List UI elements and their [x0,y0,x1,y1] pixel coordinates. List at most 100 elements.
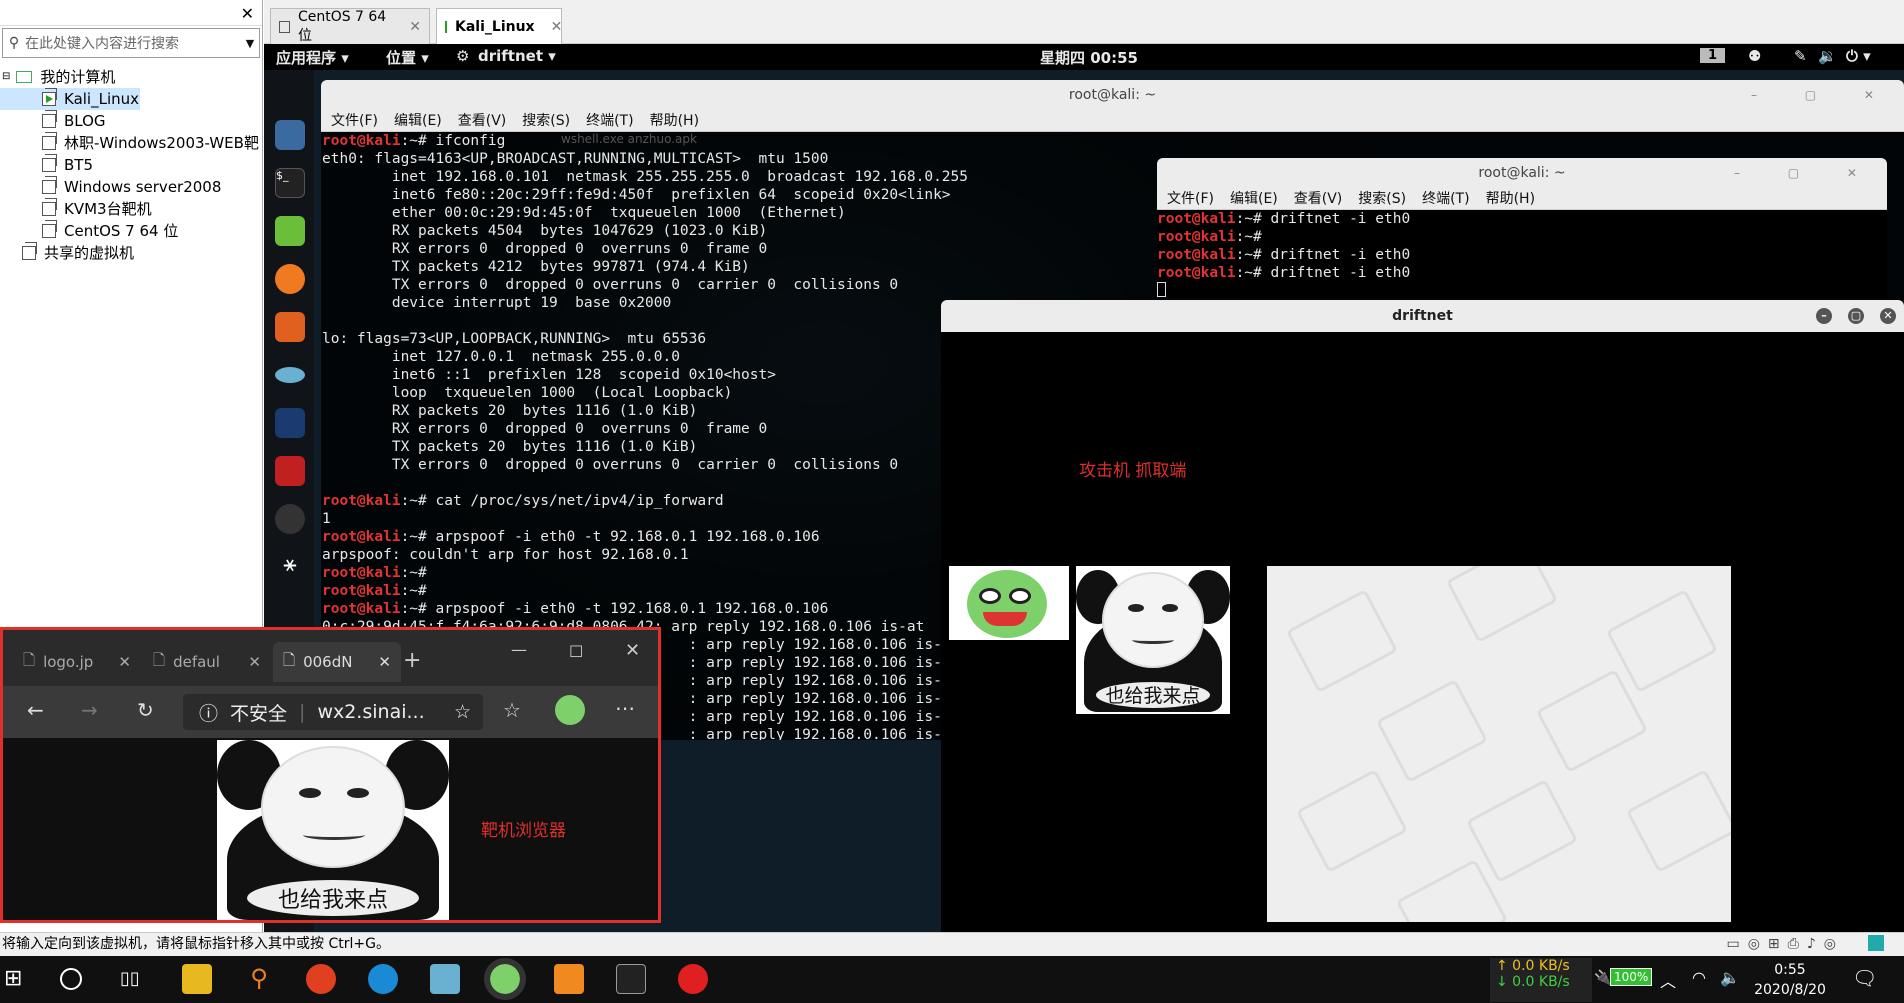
menu-terminal[interactable]: 终端(T) [1422,191,1469,207]
menu-search[interactable]: 搜索(S) [1358,191,1406,207]
tree-vm-win2003[interactable]: 林职-Windows2003-WEB靶 [0,132,262,154]
battery-indicator[interactable]: 100% [1610,968,1653,986]
maximize-icon[interactable]: ▢ [1848,308,1864,324]
window-controls[interactable]: – ▢ ✕ [1751,80,1896,110]
tab-kali[interactable]: Kali_Linux ✕ [436,8,562,44]
wifi-icon[interactable]: ◠ [1692,968,1706,987]
close-tab-icon[interactable]: ✕ [118,653,131,671]
notes-icon[interactable] [275,216,305,246]
menu-help[interactable]: 帮助(H) [650,113,699,129]
cherrytree-icon[interactable] [275,456,305,486]
tree-vm-bt5[interactable]: BT5 [0,154,262,176]
menu-file[interactable]: 文件(F) [1167,191,1214,207]
minimize-icon[interactable]: — [511,640,527,659]
collapse-icon[interactable]: ⊟ [2,66,10,88]
notifications-icon[interactable]: 🗨 [1852,966,1877,990]
tree-vm-centos[interactable]: CentOS 7 64 位 [0,220,262,242]
menu-help[interactable]: 帮助(H) [1486,191,1535,207]
file-explorer-icon[interactable] [182,964,212,994]
plug-icon[interactable]: 🔌 [1594,970,1611,986]
refresh-icon[interactable]: ↻ [137,698,154,722]
stretch-icon[interactable] [1868,935,1884,951]
page-image-panda: 也给我来点 [217,740,449,920]
profile-avatar[interactable] [555,695,585,725]
library-search[interactable]: ⚲ 在此处键入内容进行搜索 ▼ [2,28,260,58]
netease-music-icon[interactable] [678,964,708,994]
tree-vm-blog[interactable]: BLOG [0,110,262,132]
volume-icon[interactable]: 🔉 [1818,47,1837,65]
close-tab-icon[interactable]: ✕ [551,19,563,35]
browser-tab-2[interactable]: 🗋 defaul ✕ [143,642,271,682]
tree-my-computer[interactable]: ⊟ 我的计算机 [0,66,262,88]
files-icon[interactable] [275,120,305,150]
menu-terminal[interactable]: 终端(T) [586,113,633,129]
menu-search[interactable]: 搜索(S) [522,113,570,129]
workspace-indicator[interactable]: 1 [1700,48,1726,63]
pen-icon[interactable]: ✎ [1794,47,1807,65]
favorites-icon[interactable]: ☆ [503,698,521,722]
close-icon[interactable]: ✕ [1880,308,1896,324]
favorite-star-icon[interactable]: ☆ [454,701,471,723]
power-icon[interactable]: ⏻ ▾ [1846,47,1871,65]
users-icon[interactable]: ⚉ [1748,47,1761,65]
maximize-icon[interactable]: ☐ [569,642,583,661]
cmd-icon[interactable] [616,964,646,994]
address-bar[interactable]: ⓘ 不安全 | wx2.sinai... ☆ [183,694,483,730]
speaker-icon[interactable]: 🔈 [1720,968,1740,987]
clock[interactable]: 0:55 2020/8/20 [1748,960,1832,1000]
close-tab-icon[interactable]: ✕ [409,19,421,35]
burpsuite-icon[interactable] [275,312,305,342]
menu-file[interactable]: 文件(F) [331,113,378,129]
task-view-icon[interactable]: ▯▯ [120,968,140,989]
firefox-icon[interactable] [275,264,305,294]
clock[interactable]: 星期四 00:55 [1040,47,1138,68]
tree-vm-kali[interactable]: Kali_Linux [0,88,140,110]
close-tab-icon[interactable]: ✕ [378,653,391,671]
search-dropdown-icon[interactable]: ▼ [241,37,259,50]
current-app-menu[interactable]: driftnet ▾ [478,47,556,65]
terminal-second-output[interactable]: root@kali:~# driftnet -i eth0 root@kali:~… [1157,210,1887,298]
edge-icon[interactable] [368,964,398,994]
menu-view[interactable]: 查看(V) [458,113,507,129]
net-speed-widget[interactable]: ↑ 0.0 KB/s ↓ 0.0 KB/s [1490,958,1592,1002]
close-tab-icon[interactable]: ✕ [248,653,261,671]
back-icon[interactable]: ← [27,698,44,722]
search-input[interactable]: 在此处键入内容进行搜索 [25,33,241,53]
start-icon[interactable]: ⊞ [4,966,22,991]
app-red-icon[interactable] [306,964,336,994]
vm-status-bar: 将输入定向到该虚拟机，请将鼠标指针移入其中或按 Ctrl+G。 ▭◎⊞⎙♪◎ [0,932,1904,956]
browser-tab-1[interactable]: 🗋 logo.jp ✕ [13,642,141,682]
maltego-icon[interactable] [275,504,305,534]
app-avatar-icon[interactable] [484,958,526,1000]
device-icons[interactable]: ▭◎⊞⎙♪◎ [1726,933,1844,955]
vmware-icon[interactable] [554,964,584,994]
places-menu[interactable]: 位置 ▾ [386,47,429,68]
metasploit-icon[interactable] [275,408,305,438]
search-app-icon[interactable]: ⚲ [244,964,274,994]
terminal-line: root@kali:~# [1157,228,1887,246]
terminal-second-titlebar: root@kali: ~ – ▢ ✕ [1157,158,1887,188]
close-window-icon[interactable]: ✕ [625,640,640,661]
more-icon[interactable]: ⋯ [615,696,635,720]
minimize-icon[interactable]: – [1816,308,1832,324]
browser-tab-3[interactable]: 🗋 006dN ✕ [273,642,401,682]
window-controls[interactable]: – ▢ ✕ [1734,158,1879,188]
search-icon[interactable] [60,968,82,990]
close-library-icon[interactable]: ✕ [241,4,254,23]
menu-edit[interactable]: 编辑(E) [1230,191,1278,207]
tree-vm-win2008[interactable]: Windows server2008 [0,176,262,198]
tree-vm-kvm[interactable]: KVM3台靶机 [0,198,262,220]
url-text[interactable]: wx2.sinai... [317,701,424,723]
app-blue-icon[interactable] [430,964,460,994]
wifi-tool-icon[interactable]: ⚹ [275,552,305,582]
tree-shared-vms[interactable]: 共享的虚拟机 [0,242,262,264]
tray-chevron-icon[interactable]: ︿ [1660,968,1676,992]
new-tab-icon[interactable]: + [403,648,421,673]
eye-icon[interactable] [275,367,305,383]
forward-icon[interactable]: → [81,698,98,722]
menu-edit[interactable]: 编辑(E) [394,113,442,129]
menu-view[interactable]: 查看(V) [1294,191,1343,207]
applications-menu[interactable]: 应用程序 ▾ [276,47,349,68]
terminal-icon[interactable]: $_ [275,168,305,198]
tab-centos[interactable]: CentOS 7 64 位 ✕ [270,8,430,44]
